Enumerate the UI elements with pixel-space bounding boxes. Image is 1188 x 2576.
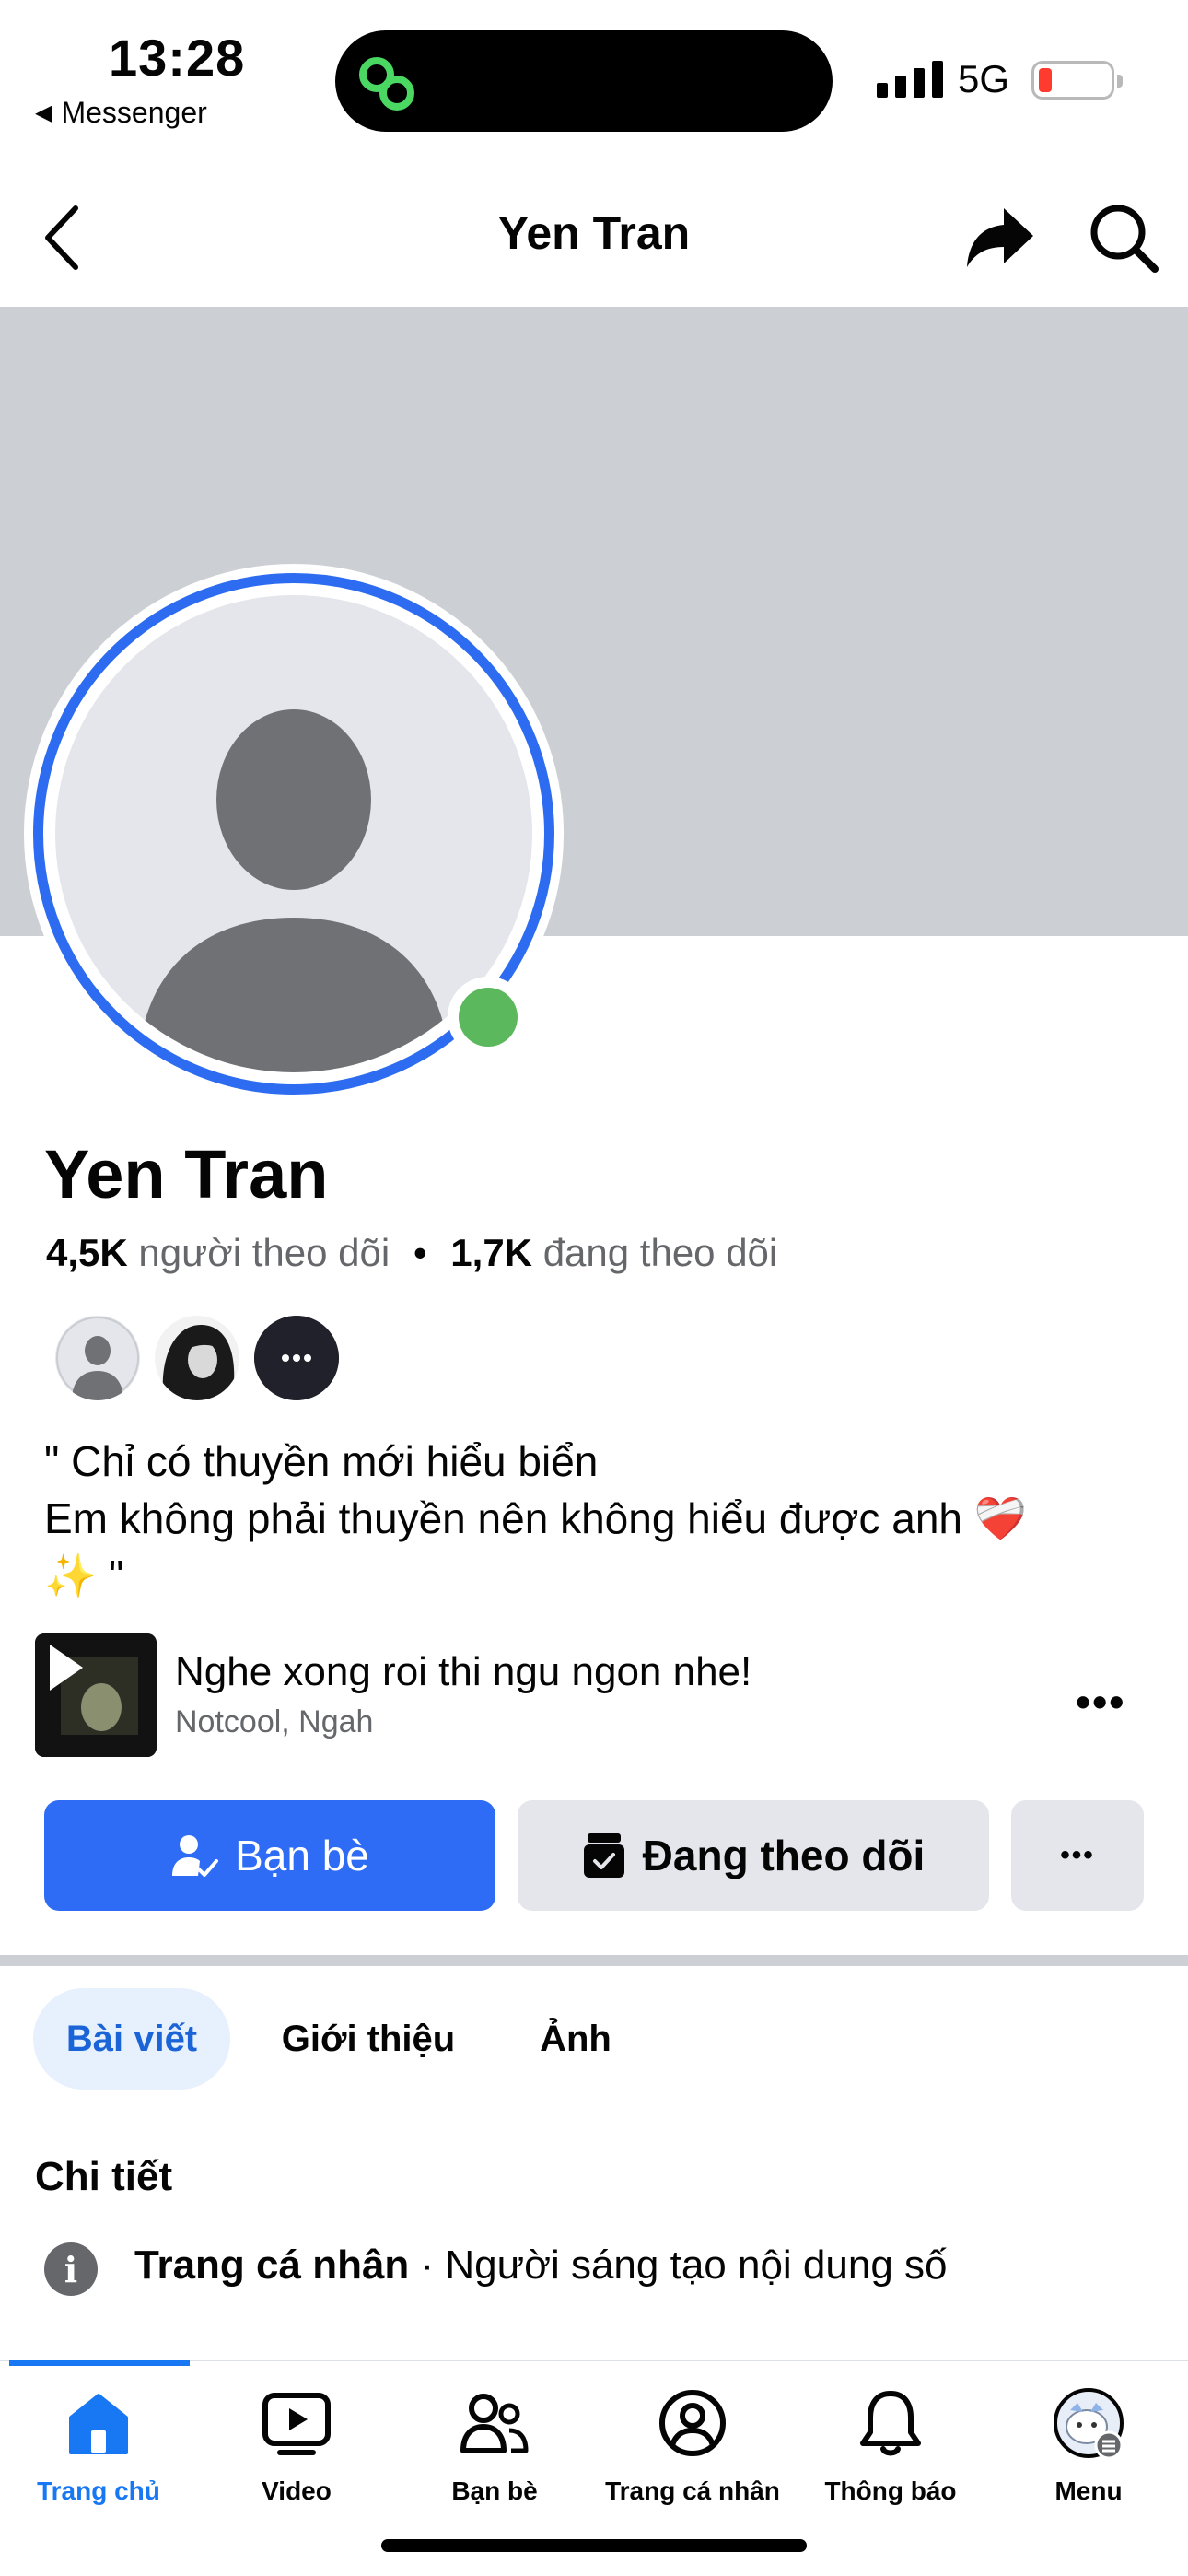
- nav-video-label: Video: [262, 2476, 332, 2505]
- active-tab-indicator: [9, 2360, 190, 2366]
- home-icon: [69, 2394, 128, 2454]
- default-person-icon: [56, 1317, 139, 1400]
- music-artist: Notcool, Ngah: [175, 1704, 374, 1739]
- back-to-app-link[interactable]: ◀ Messenger: [35, 96, 207, 130]
- signal-icon: [877, 61, 943, 98]
- bio-line: Em không phải thuyền nên không hiểu được…: [44, 1494, 1028, 1542]
- stats-separator: •: [413, 1231, 427, 1274]
- nav-home[interactable]: Trang chủ: [0, 2386, 197, 2506]
- friends-button-label: Bạn bè: [235, 1832, 369, 1879]
- friends-icon: [460, 2394, 529, 2453]
- menu-avatar: [1054, 2388, 1124, 2460]
- status-time: 13:28: [109, 29, 246, 87]
- details-heading: Chi tiết: [35, 2154, 173, 2199]
- bio-line: ✨ ": [44, 1551, 124, 1599]
- section-divider: [0, 1955, 1188, 1966]
- nav-home-label: Trang chủ: [37, 2476, 160, 2505]
- share-icon[interactable]: [963, 201, 1037, 275]
- featured-more-button[interactable]: [250, 1312, 343, 1404]
- battery-icon: [1031, 61, 1123, 100]
- bell-icon: [860, 2391, 921, 2456]
- online-status-dot: [459, 988, 518, 1047]
- more-dots-icon: [254, 1316, 339, 1400]
- nav-profile-label: Trang cá nhân: [605, 2476, 780, 2505]
- tab-photos[interactable]: Ảnh: [516, 1988, 635, 2090]
- featured-avatar-2[interactable]: [151, 1312, 243, 1404]
- following-count: 1,7K: [450, 1231, 533, 1274]
- nav-menu-label: Menu: [1054, 2476, 1123, 2505]
- music-cover-play-button[interactable]: [35, 1633, 157, 1757]
- more-dots-icon: •••: [1060, 1840, 1095, 1870]
- album-art: [35, 1633, 157, 1757]
- profile-category: Trang cá nhân · Người sáng tạo nội dung …: [134, 2242, 948, 2289]
- featured-avatar-1[interactable]: [52, 1312, 144, 1404]
- video-icon: [262, 2393, 331, 2455]
- nav-notifications-label: Thông báo: [824, 2476, 957, 2505]
- profile-more-button[interactable]: •••: [1011, 1800, 1144, 1911]
- profile-category-type: Trang cá nhân: [134, 2242, 410, 2288]
- profile-bio: " Chỉ có thuyền mới hiểu biển Em không p…: [44, 1433, 1027, 1604]
- link-icon: [359, 57, 414, 111]
- following-button-label: Đang theo dõi: [642, 1832, 926, 1879]
- nav-friends-label: Bạn bè: [451, 2476, 538, 2505]
- nav-menu[interactable]: Menu: [990, 2386, 1187, 2506]
- nav-video[interactable]: Video: [198, 2386, 395, 2506]
- nav-notifications[interactable]: Thông báo: [792, 2386, 989, 2506]
- tab-about[interactable]: Giới thiệu: [267, 1988, 470, 2090]
- follow-stats[interactable]: 4,5K người theo dõi • 1,7K đang theo dõi: [46, 1231, 777, 1275]
- nav-profile[interactable]: Trang cá nhân: [594, 2386, 791, 2506]
- network-type: 5G: [958, 57, 1010, 100]
- portrait-photo: [155, 1316, 239, 1400]
- search-icon[interactable]: [1087, 201, 1160, 275]
- back-triangle-icon: ◀: [35, 100, 52, 125]
- followers-count: 4,5K: [46, 1231, 128, 1274]
- profile-icon: [659, 2390, 726, 2456]
- music-title[interactable]: Nghe xong roi thi ngu ngon nhe!: [175, 1649, 751, 1695]
- back-arrow-icon[interactable]: [37, 201, 92, 275]
- nav-friends[interactable]: Bạn bè: [396, 2386, 593, 2506]
- music-more-button[interactable]: •••: [1076, 1677, 1125, 1727]
- tab-posts[interactable]: Bài viết: [33, 1988, 230, 2090]
- info-icon: i: [44, 2242, 98, 2296]
- profile-category-desc: · Người sáng tạo nội dung số: [409, 2242, 948, 2288]
- bio-line: " Chỉ có thuyền mới hiểu biển: [44, 1437, 599, 1485]
- home-indicator[interactable]: [381, 2539, 807, 2552]
- following-inbox-icon: [583, 1833, 624, 1878]
- followers-label: người theo dõi: [138, 1231, 390, 1274]
- profile-name: Yen Tran: [44, 1136, 329, 1212]
- following-label: đang theo dõi: [542, 1231, 778, 1274]
- following-button[interactable]: Đang theo dõi: [518, 1800, 989, 1911]
- friend-check-icon: [172, 1835, 219, 1877]
- back-app-label: Messenger: [61, 96, 207, 129]
- friends-button[interactable]: Bạn bè: [44, 1800, 495, 1911]
